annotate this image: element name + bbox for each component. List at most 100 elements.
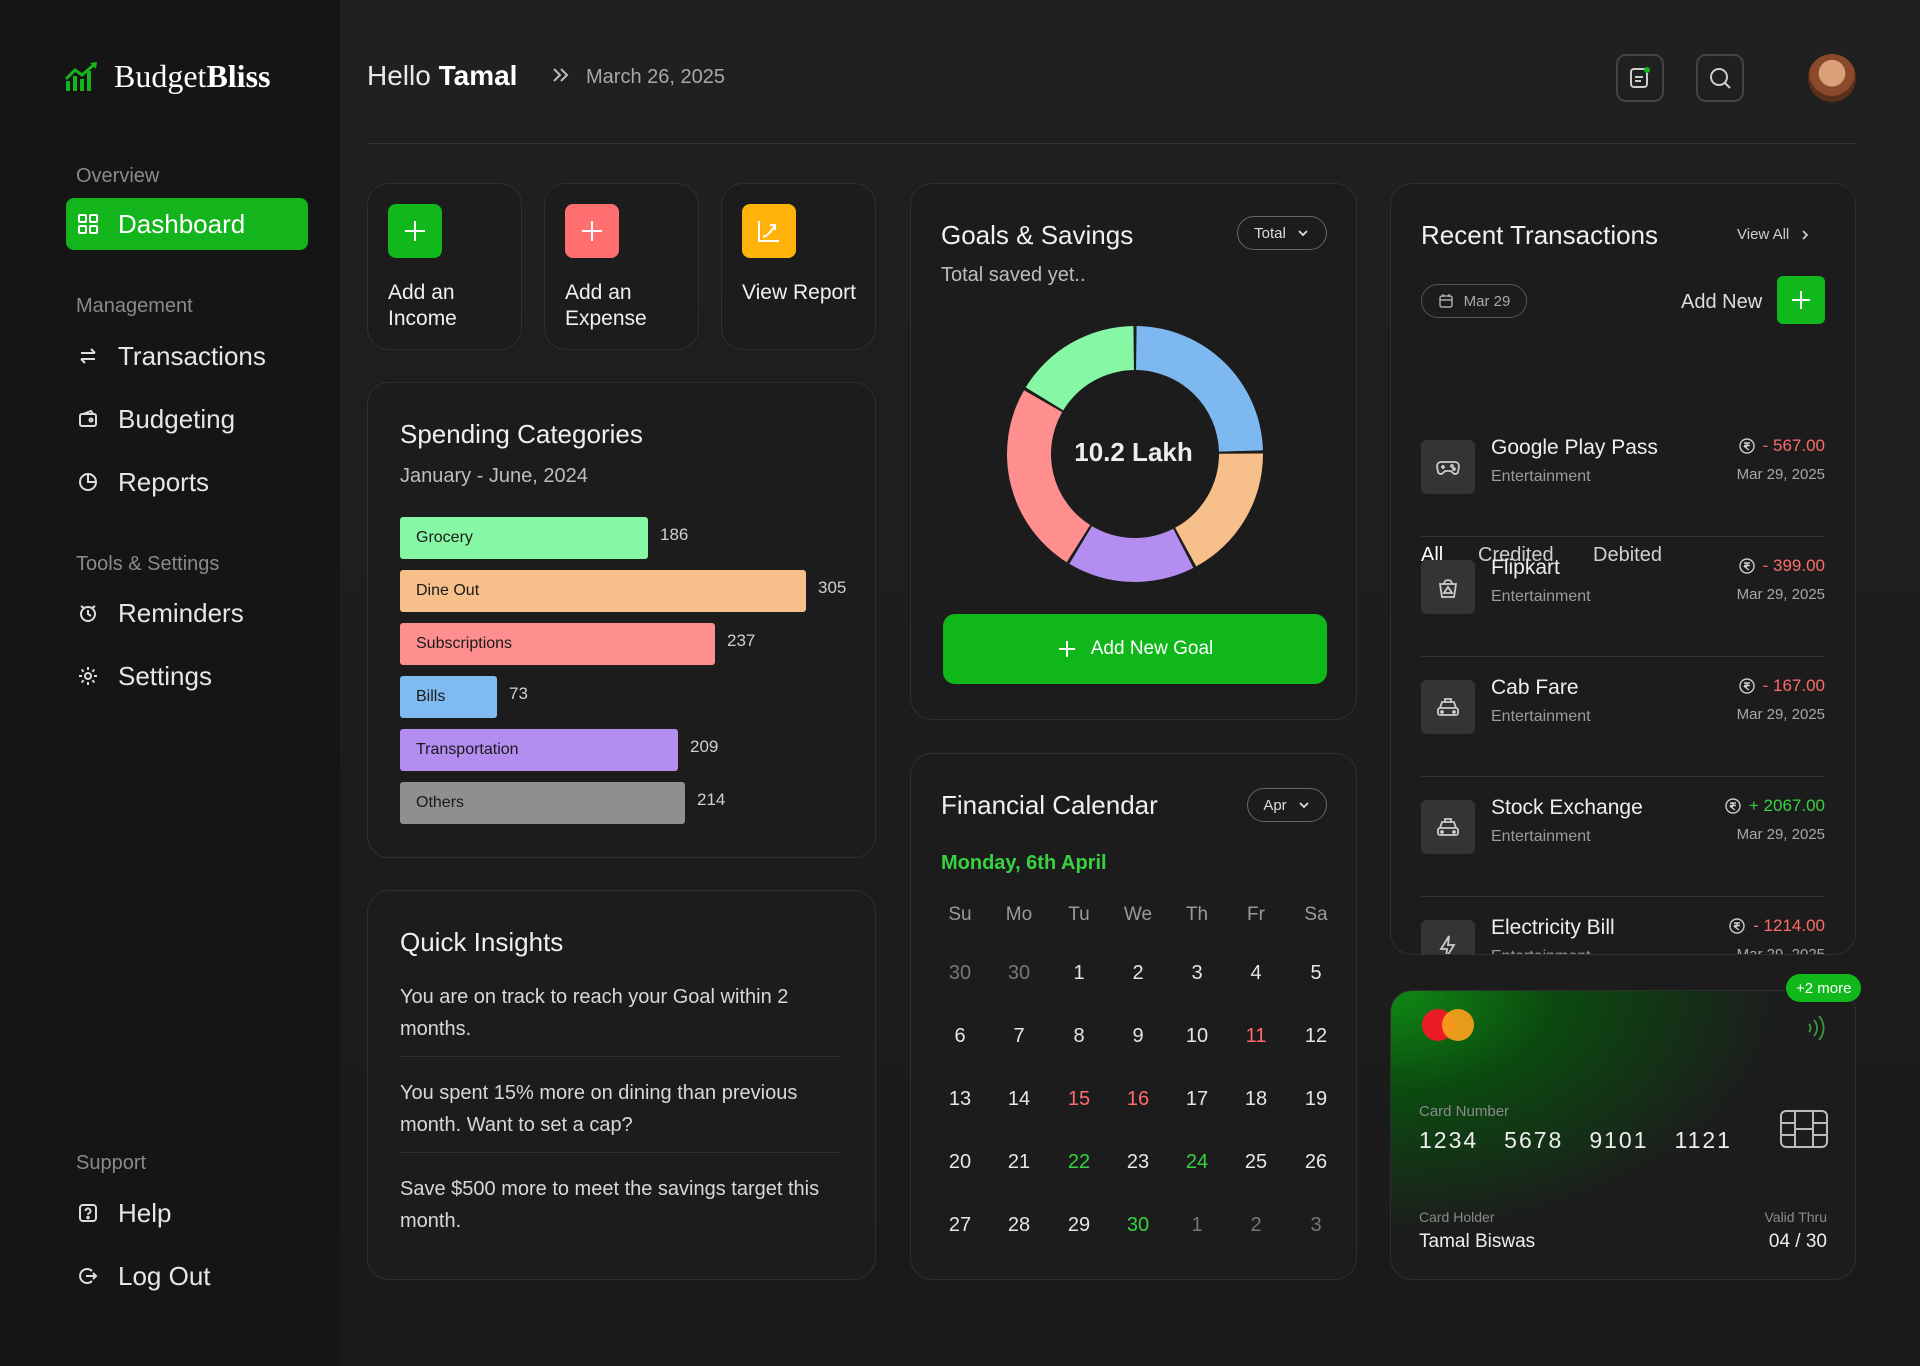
gear-icon	[76, 664, 100, 688]
weekday-header: Th	[1185, 904, 1209, 925]
view-all-link[interactable]: View All	[1737, 226, 1811, 243]
bar-dine-out[interactable]: Dine Out	[400, 570, 806, 612]
add-income-button[interactable]: Add an Income	[367, 183, 522, 350]
calendar-day[interactable]: 14	[994, 1088, 1044, 1111]
chart-up-icon	[64, 61, 97, 91]
card-number-label: Card Number	[1419, 1103, 1510, 1120]
calendar-day[interactable]: 28	[994, 1214, 1044, 1237]
transaction-row[interactable]: Electricity Bill Entertainment - 1214.00 Ma…	[1421, 914, 1825, 954]
calendar-day[interactable]: 24	[1172, 1151, 1222, 1174]
avatar[interactable]	[1808, 54, 1856, 102]
taxi-icon	[1437, 698, 1459, 716]
notes-button[interactable]	[1616, 54, 1664, 102]
calendar-day[interactable]: 20	[935, 1151, 985, 1174]
calendar-day[interactable]: 11	[1231, 1025, 1281, 1048]
calendar-day[interactable]: 8	[1054, 1025, 1104, 1048]
calendar-day[interactable]: 15	[1054, 1088, 1104, 1111]
sidebar-item-budgeting[interactable]: Budgeting	[66, 393, 308, 445]
calendar-day[interactable]: 12	[1291, 1025, 1341, 1048]
donut-segment[interactable]	[1069, 526, 1194, 582]
calendar-day[interactable]: 25	[1231, 1151, 1281, 1174]
sidebar-item-settings[interactable]: Settings	[66, 650, 308, 702]
calendar-day[interactable]: 3	[1172, 962, 1222, 985]
calendar-day[interactable]: 6	[935, 1025, 985, 1048]
calendar-day[interactable]: 2	[1231, 1214, 1281, 1237]
calendar-day[interactable]: 16	[1113, 1088, 1163, 1111]
add-transaction-button[interactable]	[1777, 276, 1825, 324]
credit-card[interactable]: Card Number 1234 5678 9101 1121 Card Hol…	[1390, 990, 1856, 1280]
more-cards-badge[interactable]: +2 more	[1786, 974, 1862, 1002]
bar-subscriptions[interactable]: Subscriptions	[400, 623, 715, 665]
date-range: January - June, 2024	[400, 465, 588, 487]
calendar-day[interactable]: 4	[1231, 962, 1281, 985]
add-expense-button[interactable]: Add an Expense	[544, 183, 699, 350]
calendar-day[interactable]: 29	[1054, 1214, 1104, 1237]
calendar-day[interactable]: 10	[1172, 1025, 1222, 1048]
greeting: Hello Tamal	[367, 60, 518, 91]
calendar-day[interactable]: 30	[1113, 1214, 1163, 1237]
sidebar-item-dashboard[interactable]: Dashboard	[66, 198, 308, 250]
donut-segment[interactable]	[1175, 453, 1263, 567]
calendar-day[interactable]: 22	[1054, 1151, 1104, 1174]
bar-transportation[interactable]: Transportation	[400, 729, 678, 771]
month-dropdown[interactable]: Apr	[1247, 788, 1327, 822]
section-management: Management	[76, 295, 193, 317]
section-support: Support	[76, 1152, 147, 1174]
calendar-day[interactable]: 30	[935, 962, 985, 985]
card-holder-name: Tamal Biswas	[1419, 1231, 1536, 1252]
calendar-day[interactable]: 21	[994, 1151, 1044, 1174]
sidebar-item-help[interactable]: Help	[66, 1187, 308, 1239]
brand-logo[interactable]: BudgetBliss	[64, 58, 270, 95]
donut-segment[interactable]	[1025, 326, 1134, 411]
sidebar-item-reports[interactable]: Reports	[66, 456, 308, 508]
sidebar-item-logout[interactable]: Log Out	[66, 1250, 308, 1302]
sidebar-item-transactions[interactable]: Transactions	[66, 330, 308, 382]
calendar-day[interactable]: 19	[1291, 1088, 1341, 1111]
calendar-day[interactable]: 18	[1231, 1088, 1281, 1111]
calendar-day[interactable]: 23	[1113, 1151, 1163, 1174]
calendar-day[interactable]: 17	[1172, 1088, 1222, 1111]
transaction-row[interactable]: Stock Exchange Entertainment + 2067.00 Mar …	[1421, 794, 1825, 914]
donut-center-value: 10.2 Lakh	[1074, 437, 1193, 467]
calendar-day[interactable]: 27	[935, 1214, 985, 1237]
header-divider	[367, 143, 1856, 144]
calendar-day[interactable]: 1	[1054, 962, 1104, 985]
calendar-day[interactable]: 3	[1291, 1214, 1341, 1237]
calendar-day[interactable]: 26	[1291, 1151, 1341, 1174]
calendar-day[interactable]: 5	[1291, 962, 1341, 985]
transaction-row[interactable]: Flipkart Entertainment - 399.00 Mar 29, 202…	[1421, 554, 1825, 674]
transaction-amount: - 1214.00	[1729, 916, 1825, 936]
calendar-day[interactable]: 7	[994, 1025, 1044, 1048]
bar-others[interactable]: Others	[400, 782, 685, 824]
grid-icon	[76, 212, 100, 236]
calendar-day[interactable]: 9	[1113, 1025, 1163, 1048]
action-icon-box	[742, 204, 796, 258]
donut-segment[interactable]	[1136, 326, 1263, 452]
calendar-day[interactable]: 1	[1172, 1214, 1222, 1237]
chip-icon	[1780, 1110, 1828, 1148]
sidebar-item-reminders[interactable]: Reminders	[66, 587, 308, 639]
add-new-goal-button[interactable]: Add New Goal	[943, 614, 1327, 684]
search-button[interactable]	[1696, 54, 1744, 102]
header-date: March 26, 2025	[586, 66, 725, 88]
calendar-day[interactable]: 13	[935, 1088, 985, 1111]
app: BudgetBliss Overview Dashboard Managemen…	[0, 0, 1920, 1366]
plus-icon	[1058, 641, 1075, 657]
view-report-button[interactable]: View Report	[721, 183, 876, 350]
transaction-category: Entertainment	[1491, 468, 1591, 485]
donut-segment[interactable]	[1007, 390, 1091, 563]
calendar-day[interactable]: 2	[1113, 962, 1163, 985]
goals-filter-dropdown[interactable]: Total	[1237, 216, 1327, 250]
calendar-icon	[1438, 294, 1453, 308]
transaction-icon-box	[1421, 800, 1475, 854]
bar-grocery[interactable]: Grocery	[400, 517, 648, 559]
search-icon	[1710, 68, 1731, 89]
weekday-header: Sa	[1304, 904, 1328, 925]
date-filter[interactable]: Mar 29	[1421, 284, 1527, 318]
bar-bills[interactable]: Bills	[400, 676, 497, 718]
transaction-row[interactable]: Cab Fare Entertainment - 167.00 Mar 29, 202…	[1421, 674, 1825, 794]
transaction-category: Entertainment	[1491, 588, 1591, 605]
transaction-row[interactable]: Google Play Pass Entertainment - 567.00 Mar…	[1421, 434, 1825, 554]
calendar-day[interactable]: 30	[994, 962, 1044, 985]
transaction-date: Mar 29, 2025	[1736, 826, 1825, 843]
